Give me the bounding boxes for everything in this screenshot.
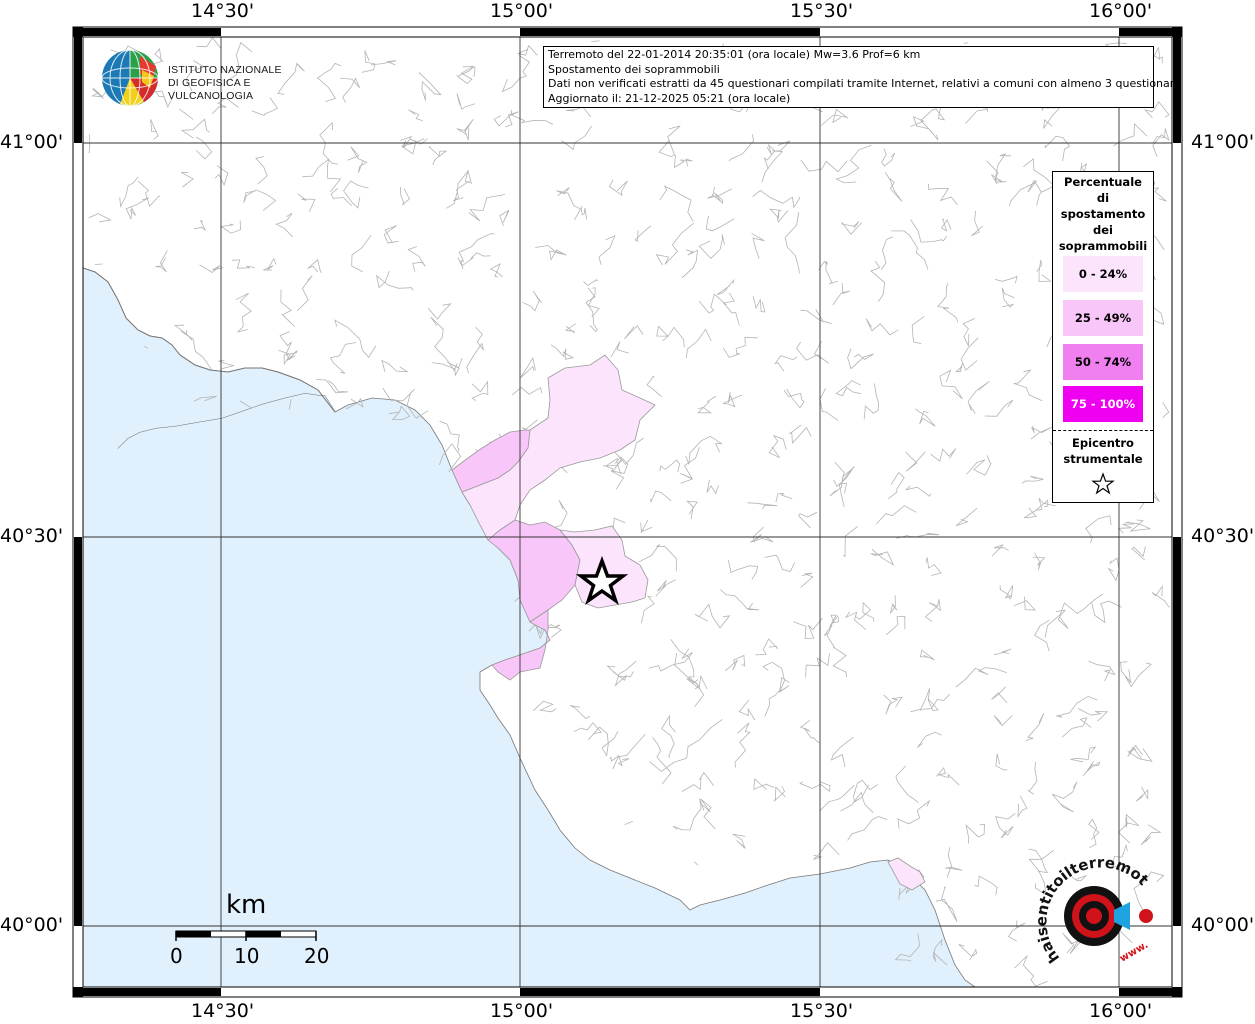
lon-label-top-1: 14°30' [191,0,255,22]
legend-epicenter-line-2: strumentale [1063,452,1143,466]
legend-title-line-4: dei [1093,223,1113,237]
lon-label-bottom-2: 15°00' [490,1000,554,1022]
legend-class-50-74: 50 - 74% [1063,344,1143,380]
logo-line-1: ISTITUTO NAZIONALE [168,64,282,76]
lon-label-bottom-3: 15°30' [790,1000,854,1022]
haisentito-target-icon: haisentitoilterremoto.it www. [1025,844,1153,966]
lat-label-left-2: 40°30' [0,525,64,547]
legend-epicenter-label: Epicentro strumentale [1053,435,1153,467]
scale-tick-20: 20 [304,944,330,968]
lat-label-left-1: 41°00' [0,131,64,153]
scale-tick-0: 0 [170,944,183,968]
legend-title-line-5: soprammobili [1058,239,1148,253]
lon-label-top-4: 16°00' [1089,0,1153,22]
event-info-box: Terremoto del 22-01-2014 20:35:01 (ora l… [543,46,1181,108]
ingv-globe-icon [101,49,159,107]
lat-label-right-1: 41°00' [1191,131,1255,153]
scale-unit: km [226,890,267,920]
event-title: Terremoto del 22-01-2014 20:35:01 (ora l… [548,48,921,61]
haisentito-www: www. [1118,940,1150,965]
legend-class-25-49: 25 - 49% [1063,300,1143,336]
lon-label-top-3: 15°30' [790,0,854,22]
scale-tick-10: 10 [234,944,260,968]
legend-epicenter-line-1: Epicentro [1072,436,1134,450]
map-subject: Spostamento dei soprammobili [548,62,720,76]
haisentito-logo: haisentitoilterremoto.it www. [1025,844,1160,978]
update-time: Aggiornato il: 21-12-2025 05:21 (ora loc… [548,91,791,105]
epicenter-star-icon [1091,472,1115,495]
data-note: Dati non verificati estratti da 45 quest… [548,77,1181,90]
legend-title: Percentuale di spostamento dei soprammob… [1053,174,1153,254]
legend-title-line-3: spostamento [1060,207,1146,221]
legend-class-75-100: 75 - 100% [1063,386,1143,422]
legend-separator [1053,430,1153,431]
lat-label-right-2: 40°30' [1191,525,1255,547]
lat-label-right-3: 40°00' [1191,914,1255,936]
legend-class-0-24: 0 - 24% [1063,256,1143,292]
legend-title-line-2: di [1096,191,1110,205]
lat-label-left-3: 40°00' [0,914,64,936]
ingv-logo: ISTITUTO NAZIONALE DI GEOFISICA E VULCAN… [100,48,320,110]
legend-title-line-1: Percentuale [1064,175,1142,189]
legend: Percentuale di spostamento dei soprammob… [1052,171,1154,503]
lon-label-bottom-1: 14°30' [191,1000,255,1022]
lon-label-bottom-4: 16°00' [1089,1000,1153,1022]
logo-line-2: DI GEOFISICA E VULCANOLOGIA [168,77,254,102]
lon-label-top-2: 15°00' [490,0,554,22]
boundary-segment [94,263,103,265]
